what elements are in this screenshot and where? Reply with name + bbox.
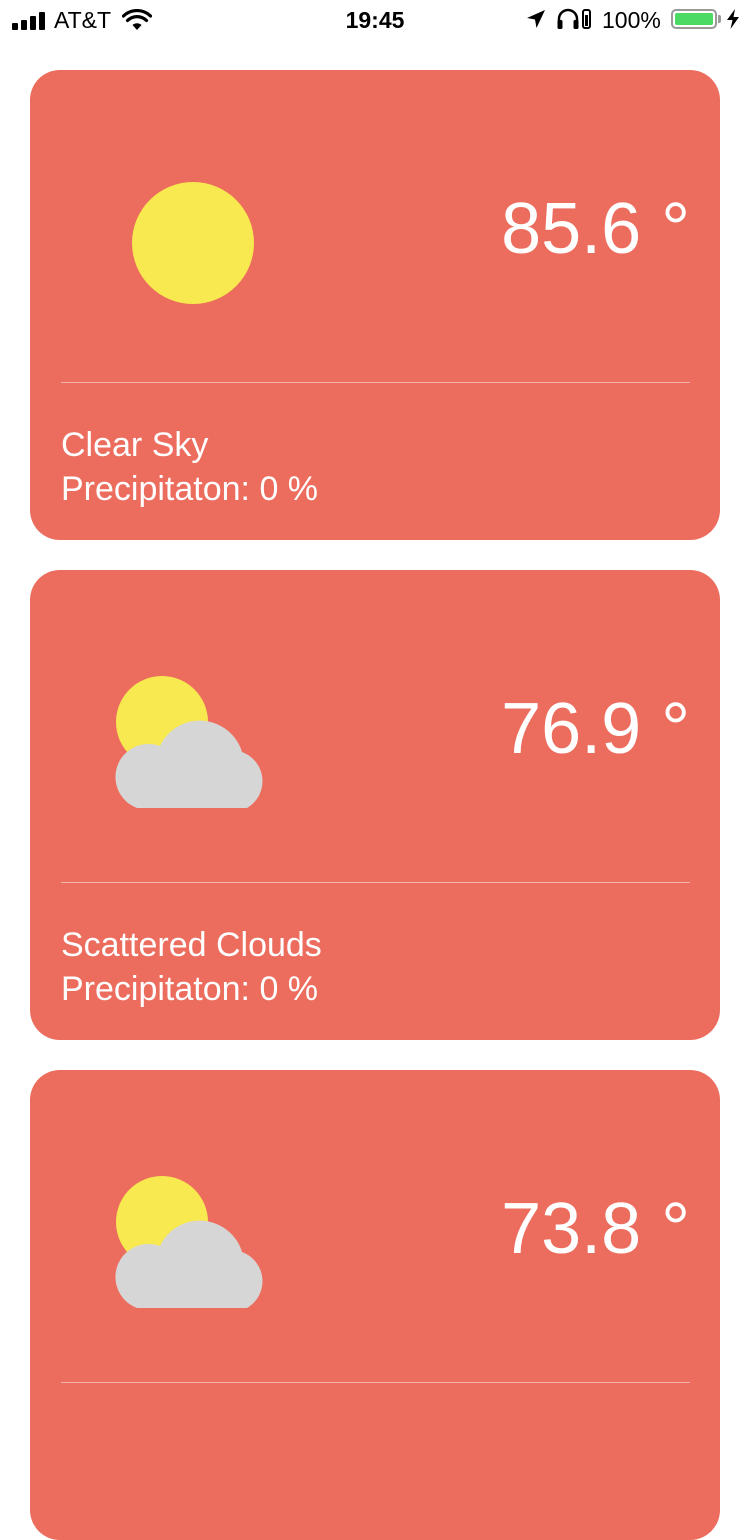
sun-icon xyxy=(80,170,270,320)
temperature: 76.9 ° xyxy=(501,689,690,769)
condition-text: Scattered Clouds xyxy=(61,926,322,964)
card-divider xyxy=(61,882,690,883)
forecast-card[interactable]: Kansas City - Monday85.6 °Clear SkyPreci… xyxy=(30,70,720,540)
precipitation-value: 0 % xyxy=(259,970,319,1008)
condition-text: Clear Sky xyxy=(61,426,209,464)
forecast-card[interactable]: Kansas City - Tuesday76.9 °Scattered Clo… xyxy=(30,570,720,1040)
precipitation-text: Precipitaton: 0 % xyxy=(61,967,318,1011)
precipitation-text: Precipitaton: 0 % xyxy=(61,467,318,511)
forecast-card[interactable]: Kansas City - Wednesday73.8 ° xyxy=(30,1070,720,1540)
temperature: 73.8 ° xyxy=(501,1189,690,1269)
sun-behind-cloud-icon xyxy=(80,1170,270,1320)
temperature: 85.6 ° xyxy=(501,189,690,269)
precipitation-label: Precipitaton: xyxy=(61,970,250,1008)
card-divider xyxy=(61,1382,690,1383)
forecast-list[interactable]: Kansas City - Monday85.6 °Clear SkyPreci… xyxy=(0,0,750,1540)
precipitation-value: 0 % xyxy=(259,470,319,508)
card-divider xyxy=(61,382,690,383)
precipitation-label: Precipitaton: xyxy=(61,470,250,508)
precipitation-text xyxy=(61,1467,70,1511)
sun-behind-cloud-icon xyxy=(80,670,270,820)
